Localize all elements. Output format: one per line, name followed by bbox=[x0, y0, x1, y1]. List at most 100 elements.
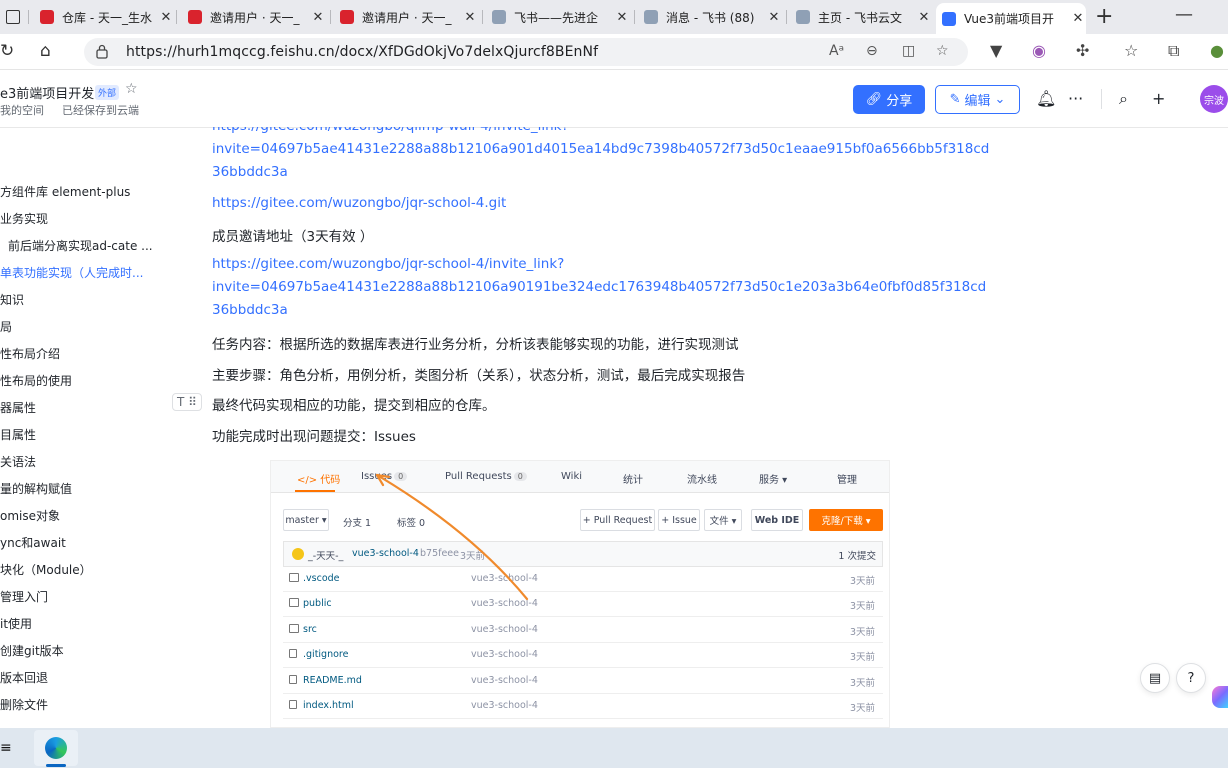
ai-assistant-icon[interactable] bbox=[1212, 686, 1228, 708]
link-icon: 🔗︎ bbox=[865, 92, 883, 107]
paragraph: 最终代码实现相应的功能，提交到相应的仓库。 bbox=[212, 398, 496, 414]
url-text[interactable]: https://hurh1mqccg.feishu.cn/docx/XfDGdO… bbox=[126, 44, 598, 60]
tab-label: Vue3前端项目开 bbox=[964, 12, 1055, 26]
doc-title[interactable]: e3前端项目开发 bbox=[0, 83, 94, 102]
close-icon[interactable]: ✕ bbox=[916, 10, 932, 25]
outline-item[interactable]: 块化（Module） bbox=[0, 561, 160, 578]
extensions-icon[interactable]: ✣ bbox=[1076, 41, 1089, 60]
outline-item[interactable]: 关语法 bbox=[0, 453, 160, 470]
browser-tab[interactable]: 仓库 - 天一_生水 ✕ bbox=[34, 4, 174, 30]
browser-tab[interactable] bbox=[0, 4, 30, 30]
task-view-icon[interactable]: ≡ bbox=[0, 740, 12, 756]
browser-tab-active[interactable]: Vue3前端项目开 ✕ bbox=[936, 3, 1086, 34]
outline-item[interactable]: 器属性 bbox=[0, 399, 160, 416]
feishu-icon bbox=[644, 10, 658, 24]
tab-window-icon bbox=[6, 10, 20, 24]
address-bar[interactable]: https://hurh1mqccg.feishu.cn/docx/XfDGdO… bbox=[84, 38, 968, 66]
outline-item[interactable]: 方组件库 element-plus bbox=[0, 183, 160, 200]
doc-outline-sidebar: 方组件库 element-plus 业务实现 前后端分离实现ad-cate ..… bbox=[0, 128, 170, 728]
close-icon[interactable]: ✕ bbox=[158, 10, 174, 25]
help-icon[interactable]: ? bbox=[1176, 663, 1206, 693]
outline-item[interactable]: 局 bbox=[0, 318, 160, 335]
favorite-add-icon[interactable]: ☆ bbox=[936, 43, 949, 59]
outline-item[interactable]: 知识 bbox=[0, 291, 160, 308]
outline-item[interactable]: it使用 bbox=[0, 615, 160, 632]
outline-item[interactable]: ync和await bbox=[0, 534, 160, 551]
outline-item[interactable]: 创建git版本 bbox=[0, 642, 160, 659]
invite-link[interactable]: 36bbddc3a bbox=[212, 302, 288, 318]
browser-tab[interactable]: 飞书——先进企 ✕ bbox=[486, 4, 630, 30]
tab-label: 主页 - 飞书云文 bbox=[818, 10, 902, 25]
invite-link[interactable]: 36bbddc3a bbox=[212, 164, 288, 180]
close-icon[interactable]: ✕ bbox=[766, 10, 782, 25]
feishu-icon bbox=[796, 10, 810, 24]
add-icon[interactable]: + bbox=[1152, 89, 1165, 108]
outline-item-active[interactable]: 单表功能实现（人完成时... bbox=[0, 264, 160, 281]
favorites-icon[interactable]: ☆ bbox=[1124, 41, 1138, 60]
outline-item[interactable]: 性布局的使用 bbox=[0, 372, 160, 389]
refresh-icon[interactable]: ↻ bbox=[0, 41, 14, 61]
outline-item[interactable]: 版本回退 bbox=[0, 669, 160, 686]
vpn-icon[interactable]: ▼ bbox=[990, 41, 1002, 60]
active-app-indicator bbox=[46, 764, 66, 767]
edge-browser-icon[interactable] bbox=[34, 730, 78, 766]
home-icon[interactable]: ⌂ bbox=[40, 41, 51, 61]
doc-icon bbox=[942, 11, 956, 26]
edit-label: 编辑 bbox=[964, 94, 991, 109]
browser-tab[interactable]: 邀请用户 · 天一_ ✕ bbox=[334, 4, 478, 30]
paragraph: 主要步骤：角色分析，用例分析，类图分析（关系），状态分析，测试，最后完成实现报告 bbox=[212, 368, 746, 384]
close-icon[interactable]: ✕ bbox=[310, 10, 326, 25]
tab-label: 消息 - 飞书 (88) bbox=[666, 10, 755, 25]
bell-icon[interactable]: 🔔︎ bbox=[1036, 89, 1056, 108]
outline-item[interactable]: 目属性 bbox=[0, 426, 160, 443]
outline-item[interactable]: 前后端分离实现ad-cate ... bbox=[8, 237, 168, 254]
lock-icon[interactable] bbox=[96, 44, 108, 59]
paragraph: 成员邀请地址（3天有效 ） bbox=[212, 229, 374, 245]
doc-header: e3前端项目开发 外部 ☆ 我的空间 已经保存到云端 🔗︎ 分享 ✎ 编辑 ⌄ … bbox=[0, 71, 1228, 128]
collections-icon[interactable]: ⧉ bbox=[1168, 41, 1179, 61]
breadcrumb[interactable]: 我的空间 bbox=[0, 102, 44, 118]
tab-label: 邀请用户 · 天一_ bbox=[210, 10, 300, 25]
profile-icon[interactable]: ● bbox=[1210, 41, 1224, 60]
gitee-icon bbox=[340, 10, 354, 24]
outline-item[interactable]: 性布局介绍 bbox=[0, 345, 160, 362]
paragraph[interactable]: 功能完成时出现问题提交：Issues bbox=[212, 425, 416, 445]
notes-icon[interactable]: ▤ bbox=[1140, 663, 1170, 693]
tab-separator bbox=[330, 10, 331, 24]
outline-item[interactable]: 业务实现 bbox=[0, 210, 160, 227]
browser-tab[interactable]: 消息 - 飞书 (88) ✕ bbox=[638, 4, 782, 30]
outline-item[interactable]: 删除文件 bbox=[0, 696, 160, 713]
invite-link[interactable]: invite=04697b5ae41431e2288a88b12106a9019… bbox=[212, 279, 986, 295]
read-aloud-icon[interactable]: Aᵃ bbox=[829, 43, 844, 59]
browser-tab-strip: 仓库 - 天一_生水 ✕ 邀请用户 · 天一_ ✕ 邀请用户 · 天一_ ✕ 飞… bbox=[0, 0, 1228, 34]
feishu-icon bbox=[492, 10, 506, 24]
save-status: 已经保存到云端 bbox=[62, 104, 139, 117]
close-icon[interactable]: ✕ bbox=[1070, 11, 1086, 26]
more-icon[interactable]: ··· bbox=[1068, 89, 1083, 108]
browser-tab[interactable]: 邀请用户 · 天一_ ✕ bbox=[182, 4, 326, 30]
extension-brain-icon[interactable]: ◉ bbox=[1032, 41, 1046, 60]
search-icon[interactable]: ⌕ bbox=[1119, 89, 1128, 109]
edit-mode-button[interactable]: ✎ 编辑 ⌄ bbox=[935, 85, 1020, 114]
close-icon[interactable]: ✕ bbox=[462, 10, 478, 25]
share-button[interactable]: 🔗︎ 分享 bbox=[853, 85, 925, 114]
outline-item[interactable]: omise对象 bbox=[0, 507, 160, 524]
browser-tab[interactable]: 主页 - 飞书云文 ✕ bbox=[790, 4, 932, 30]
close-icon[interactable]: ✕ bbox=[614, 10, 630, 25]
annotation-arrow bbox=[375, 473, 529, 601]
avatar[interactable]: 宗波 bbox=[1200, 85, 1228, 113]
invite-link[interactable]: invite=04697b5ae41431e2288a88b12106a901d… bbox=[212, 141, 989, 157]
new-tab-button[interactable]: + bbox=[1095, 4, 1113, 29]
repo-link[interactable]: https://gitee.com/wuzongbo/jqr-school-4.… bbox=[212, 195, 506, 211]
invite-link[interactable]: https://gitee.com/wuzongbo/jqr-school-4/… bbox=[212, 256, 564, 272]
block-handle[interactable]: T ⠿ bbox=[172, 393, 202, 411]
embedded-image[interactable]: </> 代码 Issues 0 Pull Requests 0 Wiki 统计 流水… bbox=[270, 460, 890, 728]
split-screen-icon[interactable]: ◫ bbox=[902, 43, 915, 59]
outline-item[interactable]: 量的解构赋值 bbox=[0, 480, 160, 497]
minimize-button[interactable]: — bbox=[1175, 4, 1193, 25]
zoom-icon[interactable]: ⊖ bbox=[866, 43, 878, 59]
outline-item[interactable]: 管理入门 bbox=[0, 588, 160, 605]
tab-separator bbox=[482, 10, 483, 24]
browser-toolbar: ↻ ⌂ https://hurh1mqccg.feishu.cn/docx/Xf… bbox=[0, 34, 1228, 70]
star-icon[interactable]: ☆ bbox=[125, 81, 138, 97]
